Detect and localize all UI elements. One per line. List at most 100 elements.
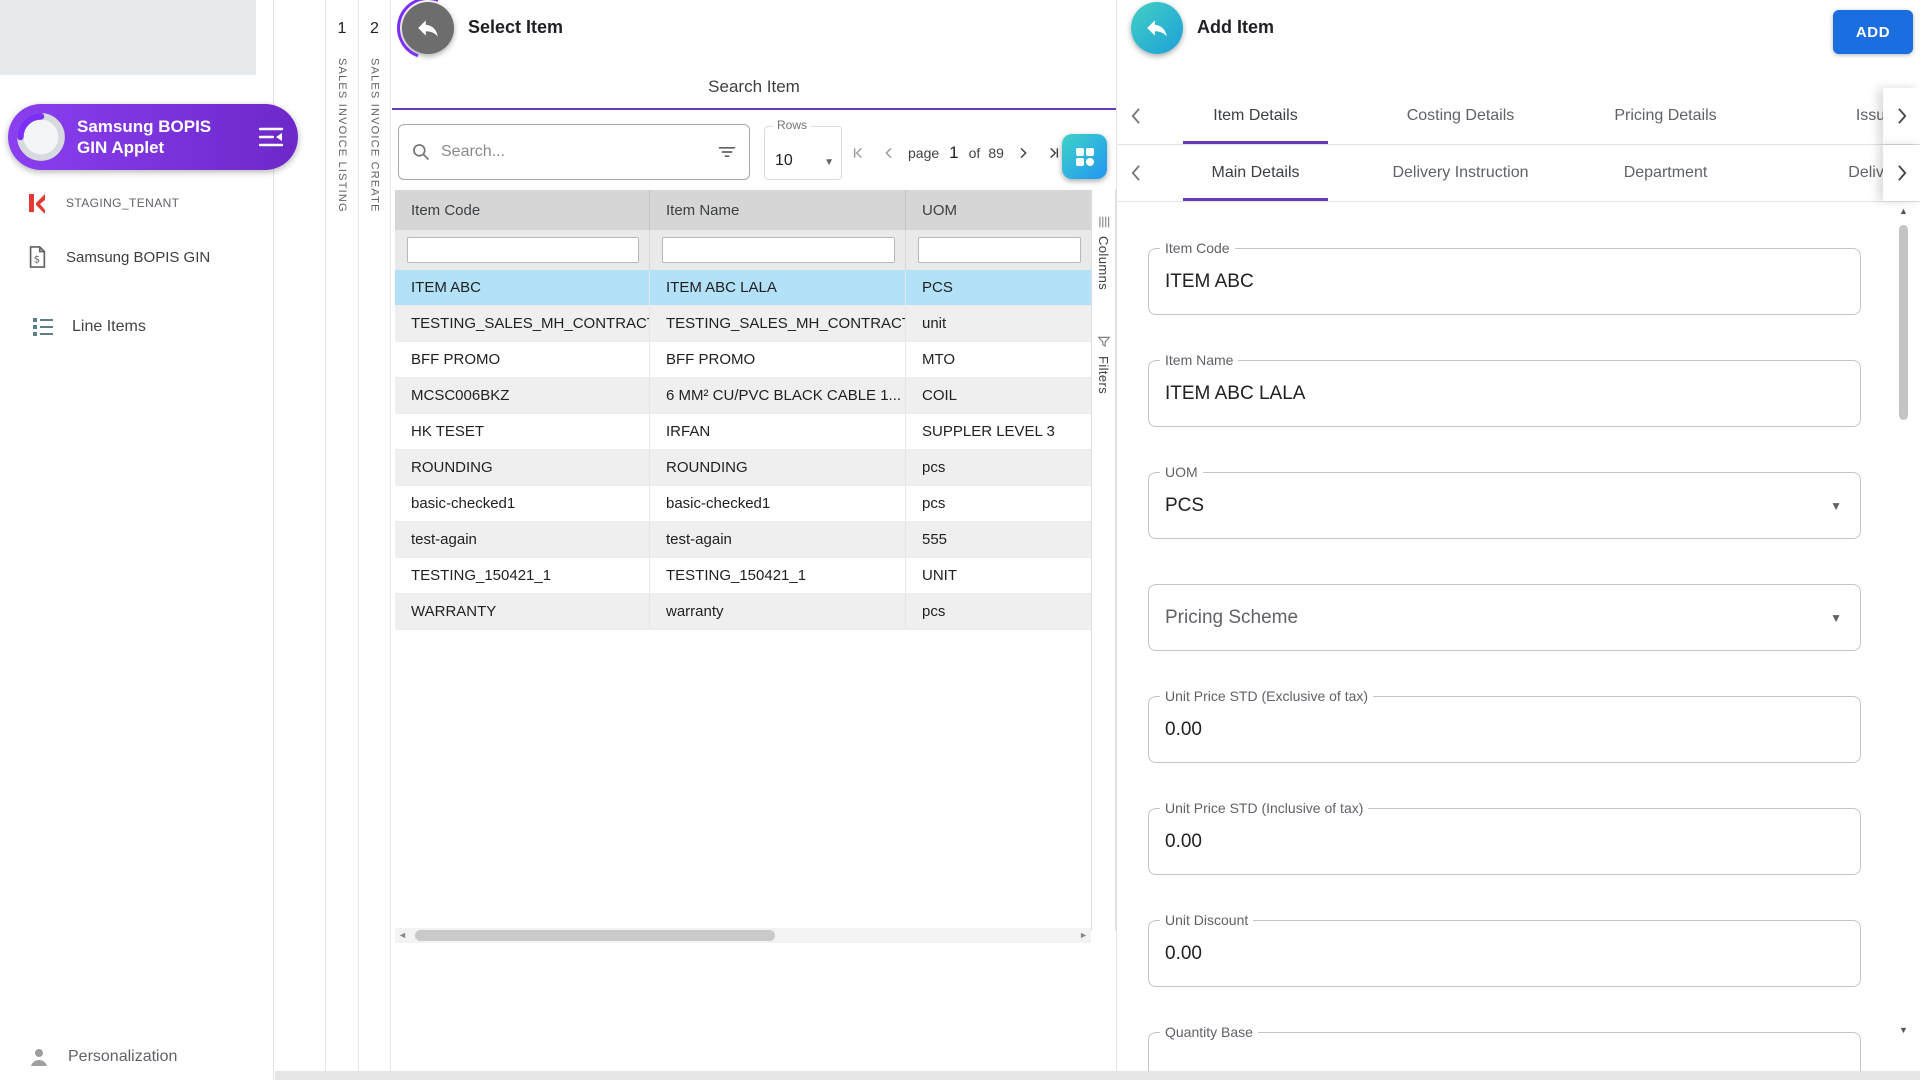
field-value: ITEM ABC LALA xyxy=(1165,383,1305,405)
detail-tabs: Item DetailsCosting DetailsPricing Detai… xyxy=(1153,88,1883,144)
column-header-item-name: Item Name xyxy=(650,190,906,230)
filters-label: Filters xyxy=(1096,356,1111,394)
filter-input-uom[interactable] xyxy=(918,237,1081,263)
cell-item-name: ITEM ABC LALA xyxy=(650,270,906,305)
field-value: 0.00 xyxy=(1165,831,1202,853)
bottom-scrollbar[interactable] xyxy=(275,1071,1920,1080)
cell-item-name: warranty xyxy=(650,594,906,629)
current-page: 1 xyxy=(949,143,958,163)
chevron-down-icon: ▼ xyxy=(824,157,834,168)
field-label: Unit Discount xyxy=(1160,912,1253,928)
sidebar-item-applet[interactable]: $ Samsung BOPIS GIN xyxy=(24,244,210,270)
table-row[interactable]: ROUNDING ROUNDING pcs xyxy=(395,450,1091,486)
tab-search-item[interactable]: Search Item xyxy=(392,66,1116,110)
table-row[interactable]: HK TESET IRFAN SUPPLER LEVEL 3 xyxy=(395,414,1091,450)
tab-pricing-details[interactable]: Pricing Details xyxy=(1563,88,1768,144)
field-uom[interactable]: UOM PCS ▼ xyxy=(1148,472,1861,539)
grid-view-button[interactable] xyxy=(1062,134,1107,179)
tab-main-details[interactable]: Main Details xyxy=(1153,145,1358,201)
next-page-button[interactable] xyxy=(1010,140,1037,167)
field-label: UOM xyxy=(1160,464,1203,480)
cell-uom: pcs xyxy=(906,450,1091,485)
table-row[interactable]: WARRANTY warranty pcs xyxy=(395,594,1091,630)
first-page-button[interactable] xyxy=(844,140,871,167)
back-button[interactable] xyxy=(1131,2,1183,54)
add-button[interactable]: ADD xyxy=(1833,10,1913,54)
cell-uom: unit xyxy=(906,306,1091,341)
filter-input-item-code[interactable] xyxy=(407,237,639,263)
back-button[interactable] xyxy=(402,2,454,54)
field-pricing-scheme[interactable]: Pricing Scheme ▼ xyxy=(1148,584,1861,651)
workflow-tab-number: 2 xyxy=(359,20,390,38)
tabs-scroll-left-icon[interactable] xyxy=(1117,88,1153,144)
table-row[interactable]: TESTING_150421_1 TESTING_150421_1 UNIT xyxy=(395,558,1091,594)
horizontal-scrollbar-thumb[interactable] xyxy=(415,930,775,941)
scroll-down-icon[interactable]: ▼ xyxy=(1896,1026,1911,1035)
field-item-code[interactable]: Item Code ITEM ABC xyxy=(1148,248,1861,315)
tabs-scroll-left-icon[interactable] xyxy=(1117,145,1153,201)
field-label: Quantity Base xyxy=(1160,1024,1258,1040)
menu-collapse-icon[interactable] xyxy=(258,126,284,148)
columns-tool[interactable]: Columns xyxy=(1092,215,1115,290)
search-icon xyxy=(411,142,431,162)
cell-item-code: basic-checked1 xyxy=(395,486,650,521)
sidebar-item-tenant[interactable]: STAGING_TENANT xyxy=(24,190,179,216)
field-unit-price-std-inclusive-of-tax-[interactable]: Unit Price STD (Inclusive of tax) 0.00 xyxy=(1148,808,1861,875)
field-value: 0.00 xyxy=(1165,719,1202,741)
cell-uom: SUPPLER LEVEL 3 xyxy=(906,414,1091,449)
table-row[interactable]: test-again test-again 555 xyxy=(395,522,1091,558)
workflow-tab-sales-invoice-create[interactable]: 2 SALES INVOICE CREATE xyxy=(358,0,391,1080)
cell-uom: MTO xyxy=(906,342,1091,377)
cell-item-code: ROUNDING xyxy=(395,450,650,485)
search-input[interactable] xyxy=(441,143,707,161)
cell-item-code: WARRANTY xyxy=(395,594,650,629)
applet-header-pill: Samsung BOPIS GIN Applet xyxy=(8,104,298,170)
filters-tool[interactable]: Filters xyxy=(1092,335,1115,394)
cell-item-name: IRFAN xyxy=(650,414,906,449)
tab-issu[interactable]: Issu xyxy=(1768,88,1883,144)
table-row[interactable]: MCSC006BKZ 6 MM² CU/PVC BLACK CABLE 1...… xyxy=(395,378,1091,414)
table-row[interactable]: ITEM ABC ITEM ABC LALA PCS xyxy=(395,270,1091,306)
rows-per-page-select[interactable]: Rows 10 ▼ xyxy=(764,126,842,180)
filter-input-item-name[interactable] xyxy=(662,237,895,263)
cell-item-code: test-again xyxy=(395,522,650,557)
column-header-item-code: Item Code xyxy=(395,190,650,230)
vertical-scrollbar-thumb[interactable] xyxy=(1899,225,1908,420)
field-unit-price-std-exclusive-of-tax-[interactable]: Unit Price STD (Exclusive of tax) 0.00 xyxy=(1148,696,1861,763)
table-row[interactable]: BFF PROMO BFF PROMO MTO xyxy=(395,342,1091,378)
cell-item-name: 6 MM² CU/PVC BLACK CABLE 1... xyxy=(650,378,906,413)
tab-department[interactable]: Department xyxy=(1563,145,1768,201)
tab-costing-details[interactable]: Costing Details xyxy=(1358,88,1563,144)
table-row[interactable]: TESTING_SALES_MH_CONTRACT TESTING_SALES_… xyxy=(395,306,1091,342)
tab-delive[interactable]: Delive xyxy=(1768,145,1883,201)
field-item-name[interactable]: Item Name ITEM ABC LALA xyxy=(1148,360,1861,427)
table-row[interactable]: basic-checked1 basic-checked1 pcs xyxy=(395,486,1091,522)
horizontal-scrollbar[interactable]: ◄ ► xyxy=(395,928,1091,943)
applet-title: Samsung BOPIS GIN Applet xyxy=(77,116,227,159)
workflow-tab-sales-invoice-listing[interactable]: 1 SALES INVOICE LISTING xyxy=(325,0,358,1080)
cell-item-name: ROUNDING xyxy=(650,450,906,485)
prev-page-button[interactable] xyxy=(875,140,902,167)
field-value: PCS xyxy=(1165,495,1204,517)
scroll-left-icon[interactable]: ◄ xyxy=(398,931,407,940)
tab-delivery-instruction[interactable]: Delivery Instruction xyxy=(1358,145,1563,201)
workflow-tabs: 1 SALES INVOICE LISTING 2 SALES INVOICE … xyxy=(325,0,392,1080)
columns-label: Columns xyxy=(1096,236,1111,290)
scroll-right-icon[interactable]: ► xyxy=(1079,931,1088,940)
filter-sort-icon[interactable] xyxy=(717,142,737,162)
sidebar-item-personalization[interactable]: Personalization xyxy=(26,1044,177,1070)
tabs-scroll-right-icon[interactable] xyxy=(1883,145,1920,201)
cell-item-code: TESTING_150421_1 xyxy=(395,558,650,593)
cell-uom: UNIT xyxy=(906,558,1091,593)
tab-item-details[interactable]: Item Details xyxy=(1153,88,1358,144)
section-tabs: Main DetailsDelivery InstructionDepartme… xyxy=(1153,145,1883,201)
sidebar-item-line-items[interactable]: Line Items xyxy=(30,314,146,340)
vertical-scrollbar[interactable]: ▲ ▼ xyxy=(1896,205,1911,1037)
tabs-scroll-right-icon[interactable] xyxy=(1883,88,1920,144)
cell-item-name: test-again xyxy=(650,522,906,557)
tenant-label: STAGING_TENANT xyxy=(66,196,179,210)
cell-item-name: basic-checked1 xyxy=(650,486,906,521)
field-unit-discount[interactable]: Unit Discount 0.00 xyxy=(1148,920,1861,987)
cell-item-code: BFF PROMO xyxy=(395,342,650,377)
scroll-up-icon[interactable]: ▲ xyxy=(1896,207,1911,216)
